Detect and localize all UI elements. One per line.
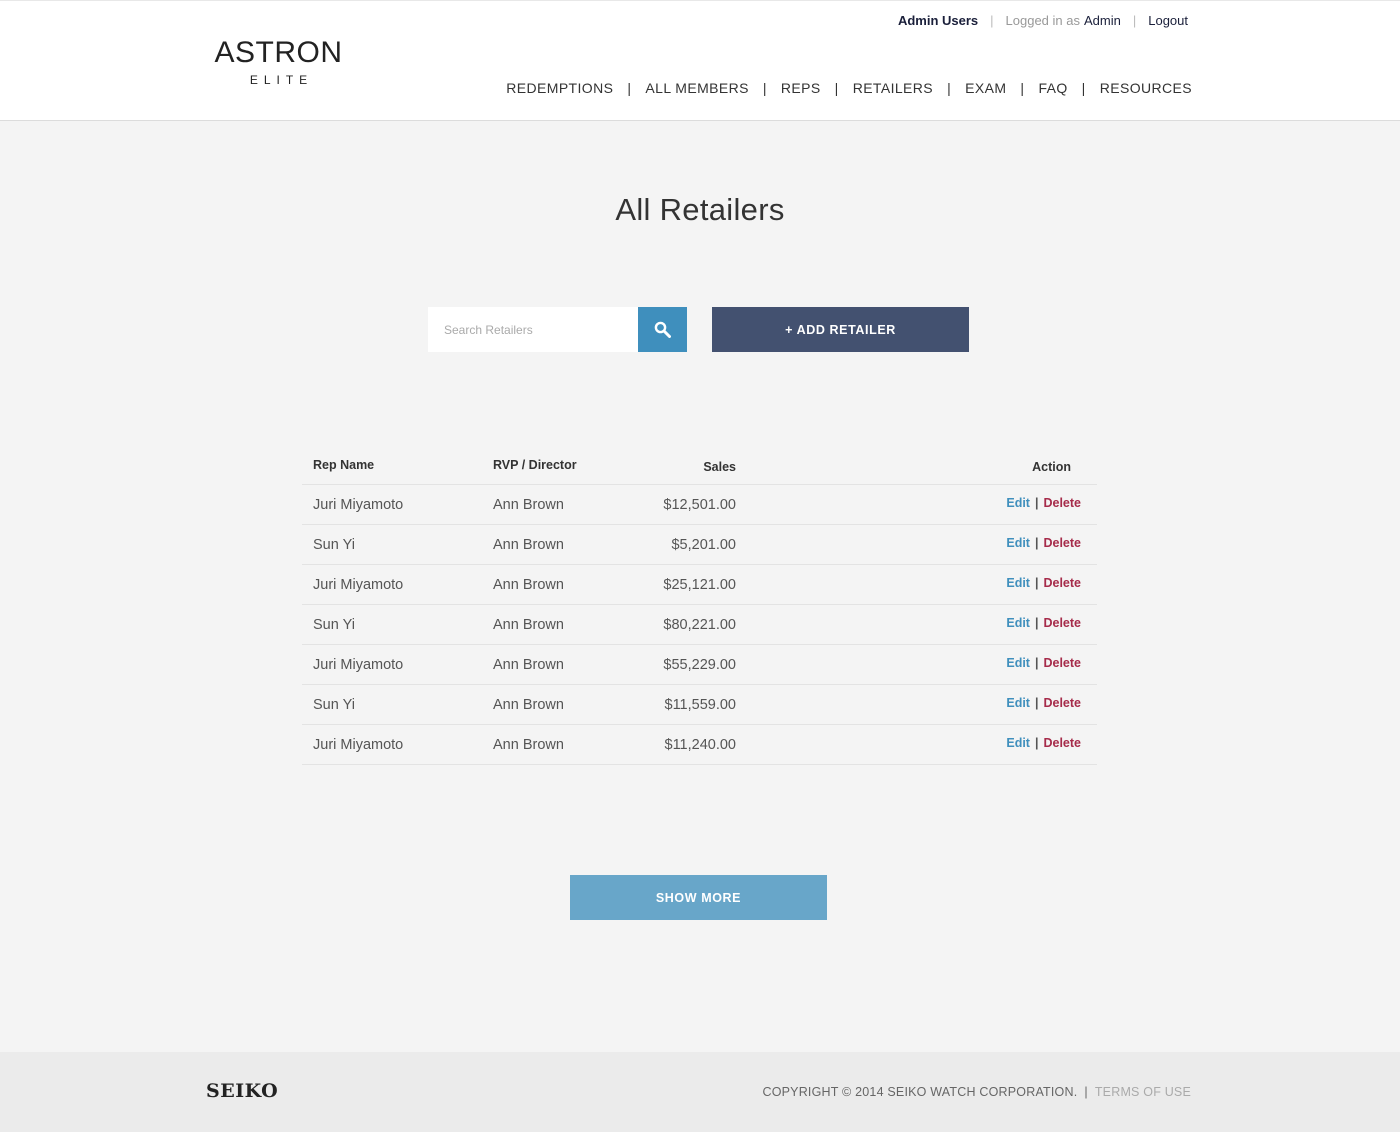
nav-faq[interactable]: FAQ xyxy=(1038,80,1067,96)
edit-link[interactable]: Edit xyxy=(1006,496,1030,510)
rep-name-cell: Sun Yi xyxy=(313,617,355,633)
add-retailer-button[interactable]: + ADD RETAILER xyxy=(712,307,969,352)
table-row: Sun Yi Ann Brown $5,201.00 Edit | Delete xyxy=(302,525,1097,565)
nav-redemptions[interactable]: REDEMPTIONS xyxy=(506,80,613,96)
rep-name-cell: Juri Miyamoto xyxy=(313,737,404,753)
rvp-cell: Ann Brown xyxy=(493,697,564,713)
action-cell: Edit | Delete xyxy=(1006,496,1081,510)
footer-links: COPYRIGHT © 2014 SEIKO WATCH CORPORATION… xyxy=(762,1085,1191,1099)
divider: | xyxy=(990,13,994,28)
header-sales[interactable]: Sales xyxy=(703,460,736,474)
nav-divider: | xyxy=(627,80,632,96)
table-row: Juri Miyamoto Ann Brown $12,501.00 Edit |… xyxy=(302,485,1097,525)
sales-cell: $5,201.00 xyxy=(671,537,736,553)
table-row: Juri Miyamoto Ann Brown $25,121.00 Edit |… xyxy=(302,565,1097,605)
delete-link[interactable]: Delete xyxy=(1043,656,1081,670)
header-action: Action xyxy=(1032,460,1071,474)
delete-link[interactable]: Delete xyxy=(1043,576,1081,590)
main-nav: REDEMPTIONS | ALL MEMBERS | REPS | RETAI… xyxy=(506,80,1192,96)
account-bar: Admin Users | Logged in as Admin | Logou… xyxy=(898,13,1188,28)
rep-name-cell: Juri Miyamoto xyxy=(313,497,404,513)
action-divider: | xyxy=(1034,536,1039,550)
nav-divider: | xyxy=(947,80,952,96)
action-cell: Edit | Delete xyxy=(1006,576,1081,590)
rvp-cell: Ann Brown xyxy=(493,497,564,513)
nav-divider: | xyxy=(1020,80,1025,96)
sales-cell: $12,501.00 xyxy=(663,497,736,513)
rvp-cell: Ann Brown xyxy=(493,537,564,553)
nav-divider: | xyxy=(762,80,767,96)
table-header: Rep Name RVP / Director Sales Action xyxy=(302,448,1097,485)
action-divider: | xyxy=(1034,616,1039,630)
rep-name-cell: Juri Miyamoto xyxy=(313,577,404,593)
edit-link[interactable]: Edit xyxy=(1006,736,1030,750)
edit-link[interactable]: Edit xyxy=(1006,576,1030,590)
nav-exam[interactable]: EXAM xyxy=(965,80,1006,96)
delete-link[interactable]: Delete xyxy=(1043,736,1081,750)
seiko-logo[interactable]: SEIKO xyxy=(206,1080,278,1102)
logo-name: ASTRON xyxy=(214,36,343,69)
nav-resources[interactable]: RESOURCES xyxy=(1100,80,1192,96)
header-rvp-director[interactable]: RVP / Director xyxy=(493,458,577,472)
header-rep-name[interactable]: Rep Name xyxy=(313,458,374,472)
sales-cell: $80,221.00 xyxy=(663,617,736,633)
action-divider: | xyxy=(1034,656,1039,670)
delete-link[interactable]: Delete xyxy=(1043,536,1081,550)
delete-link[interactable]: Delete xyxy=(1043,496,1081,510)
sales-cell: $25,121.00 xyxy=(663,577,736,593)
action-cell: Edit | Delete xyxy=(1006,736,1081,750)
action-cell: Edit | Delete xyxy=(1006,656,1081,670)
rvp-cell: Ann Brown xyxy=(493,657,564,673)
logo-subtitle: ELITE xyxy=(249,73,314,87)
sales-cell: $11,559.00 xyxy=(664,697,737,713)
rep-name-cell: Juri Miyamoto xyxy=(313,657,404,673)
action-cell: Edit | Delete xyxy=(1006,696,1081,710)
edit-link[interactable]: Edit xyxy=(1006,656,1030,670)
edit-link[interactable]: Edit xyxy=(1006,536,1030,550)
nav-divider: | xyxy=(1081,80,1086,96)
rep-name-cell: Sun Yi xyxy=(313,697,355,713)
divider: | xyxy=(1132,13,1137,28)
action-divider: | xyxy=(1034,496,1039,510)
action-divider: | xyxy=(1034,576,1039,590)
sales-cell: $55,229.00 xyxy=(663,657,736,673)
delete-link[interactable]: Delete xyxy=(1043,616,1081,630)
delete-link[interactable]: Delete xyxy=(1043,696,1081,710)
logged-in-label: Logged in as xyxy=(1005,13,1080,28)
nav-retailers[interactable]: RETAILERS xyxy=(853,80,933,96)
retailers-table: Rep Name RVP / Director Sales Action Jur… xyxy=(302,448,1097,765)
rep-name-cell: Sun Yi xyxy=(313,537,355,553)
table-row: Sun Yi Ann Brown $11,559.00 Edit | Delete xyxy=(302,685,1097,725)
terms-of-use-link[interactable]: TERMS OF USE xyxy=(1095,1085,1191,1099)
logout-link[interactable]: Logout xyxy=(1148,13,1188,28)
astron-elite-logo[interactable]: ASTRON ELITE xyxy=(206,36,351,88)
edit-link[interactable]: Edit xyxy=(1006,696,1030,710)
page-title: All Retailers xyxy=(615,192,785,227)
action-divider: | xyxy=(1034,736,1039,750)
username[interactable]: Admin xyxy=(1084,13,1121,28)
table-row: Juri Miyamoto Ann Brown $11,240.00 Edit |… xyxy=(302,725,1097,765)
action-cell: Edit | Delete xyxy=(1006,616,1081,630)
admin-users-link[interactable]: Admin Users xyxy=(898,13,978,28)
search-input[interactable] xyxy=(428,307,638,352)
site-header: ASTRON ELITE Admin Users | Logged in as … xyxy=(0,0,1400,121)
show-more-button[interactable]: SHOW MORE xyxy=(570,875,827,920)
site-footer: SEIKO COPYRIGHT © 2014 SEIKO WATCH CORPO… xyxy=(0,1052,1400,1132)
action-cell: Edit | Delete xyxy=(1006,536,1081,550)
rvp-cell: Ann Brown xyxy=(493,577,564,593)
nav-reps[interactable]: REPS xyxy=(781,80,821,96)
copyright-text: COPYRIGHT © 2014 SEIKO WATCH CORPORATION… xyxy=(762,1085,1078,1099)
rvp-cell: Ann Brown xyxy=(493,617,564,633)
sales-cell: $11,240.00 xyxy=(664,737,737,753)
nav-divider: | xyxy=(834,80,839,96)
search-icon xyxy=(654,321,671,338)
table-row: Juri Miyamoto Ann Brown $55,229.00 Edit |… xyxy=(302,645,1097,685)
rvp-cell: Ann Brown xyxy=(493,737,564,753)
nav-all-members[interactable]: ALL MEMBERS xyxy=(645,80,748,96)
footer-divider: | xyxy=(1084,1085,1088,1099)
search-button[interactable] xyxy=(638,307,687,352)
action-divider: | xyxy=(1034,696,1039,710)
table-row: Sun Yi Ann Brown $80,221.00 Edit | Delete xyxy=(302,605,1097,645)
edit-link[interactable]: Edit xyxy=(1006,616,1030,630)
